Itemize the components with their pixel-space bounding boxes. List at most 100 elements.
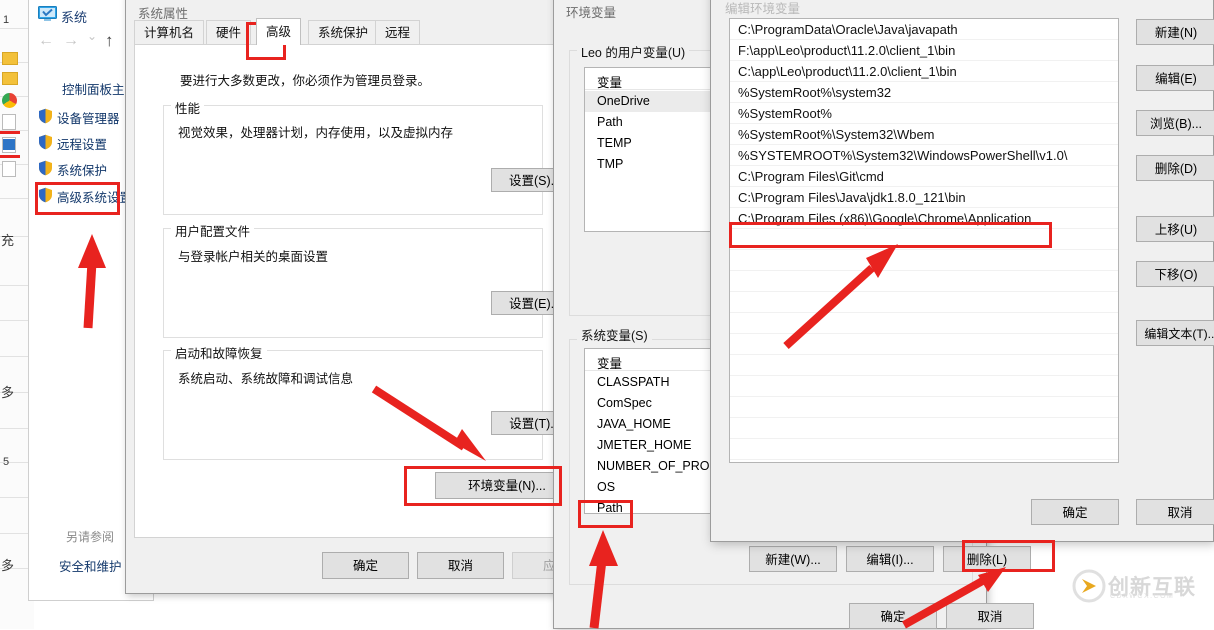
path-entries-listbox[interactable]: C:\ProgramData\Oracle\Java\javapath F:\a… — [729, 18, 1119, 463]
path-row-empty[interactable] — [730, 229, 1118, 250]
path-row-empty[interactable] — [730, 355, 1118, 376]
user-variable-name: TEMP — [597, 136, 632, 150]
system-variable-name: JMETER_HOME — [597, 438, 692, 452]
bg-row-label: 5 — [3, 456, 10, 468]
shield-icon — [38, 134, 53, 150]
folder-icon — [2, 72, 18, 85]
path-delete-button[interactable]: 删除(D) — [1136, 155, 1214, 181]
user-variable-name: TMP — [597, 157, 624, 171]
system-properties-tabstrip: 计算机名 硬件 高级 系统保护 远程 — [134, 18, 558, 45]
path-browse-button[interactable]: 浏览(B)... — [1136, 110, 1214, 136]
user-variables-group-legend: Leo 的用户变量(U) — [577, 42, 690, 61]
path-row-empty[interactable] — [730, 376, 1118, 397]
tab-remote[interactable]: 远程 — [375, 20, 421, 45]
path-row[interactable]: %SystemRoot%\System32\Wbem — [730, 124, 1118, 145]
edit-env-ok-button[interactable]: 确定 — [1031, 499, 1119, 525]
startup-recovery-group-legend: 启动和故障恢复 — [171, 343, 267, 362]
performance-group-desc: 视觉效果，处理器计划，内存使用，以及虚拟内存 — [178, 126, 454, 140]
path-row-empty[interactable] — [730, 439, 1118, 460]
path-value: C:\Program Files (x86)\Google\Chrome\App… — [738, 211, 1032, 226]
up-icon[interactable]: ↑ — [105, 31, 114, 51]
admin-login-note: 要进行大多数更改，你必须作为管理员登录。 — [180, 74, 431, 88]
system-variable-name: NUMBER_OF_PROCE — [597, 459, 727, 473]
bg-fragment-text: 多 — [1, 558, 15, 573]
system-variable-edit-button[interactable]: 编辑(I)... — [846, 546, 934, 572]
watermark: 创新互联 CDXWCX.COM — [1072, 569, 1212, 607]
path-row-empty[interactable] — [730, 313, 1118, 334]
system-variable-delete-button[interactable]: 删除(L) — [943, 546, 1031, 572]
watermark-subtext: CDXWCX.COM — [1110, 593, 1175, 600]
user-profiles-group-desc: 与登录帐户相关的桌面设置 — [178, 250, 329, 264]
bg-row-label: 1 — [3, 14, 10, 26]
system-properties-ok-button[interactable]: 确定 — [322, 552, 409, 579]
system-variable-new-button[interactable]: 新建(W)... — [749, 546, 837, 572]
user-variable-name: Path — [597, 115, 623, 129]
sidebar-item-remote-settings[interactable]: 远程设置 — [57, 134, 107, 153]
path-row-empty[interactable] — [730, 418, 1118, 439]
edit-environment-variable-dialog: 编辑环境变量 C:\ProgramData\Oracle\Java\javapa… — [710, 0, 1214, 542]
path-row[interactable]: C:\ProgramData\Oracle\Java\javapath — [730, 19, 1118, 40]
security-and-maintenance-link[interactable]: 安全和维护 — [59, 556, 122, 575]
system-variable-name: JAVA_HOME — [597, 417, 671, 431]
path-row-empty[interactable] — [730, 334, 1118, 355]
bg-fragment-text: 充 — [1, 233, 15, 248]
chrome-icon — [2, 93, 17, 108]
path-row-empty[interactable] — [730, 292, 1118, 313]
path-value: %SystemRoot% — [738, 106, 832, 121]
path-move-up-button[interactable]: 上移(U) — [1136, 216, 1214, 242]
path-row-chrome[interactable]: C:\Program Files (x86)\Google\Chrome\App… — [730, 208, 1118, 229]
environment-variables-cancel-button[interactable]: 取消 — [946, 603, 1034, 629]
path-new-button[interactable]: 新建(N) — [1136, 19, 1214, 45]
document-icon — [2, 161, 16, 177]
environment-variables-ok-button[interactable]: 确定 — [849, 603, 937, 629]
path-value: C:\ProgramData\Oracle\Java\javapath — [738, 22, 958, 37]
logo-icon — [1072, 569, 1106, 603]
path-row-empty[interactable] — [730, 397, 1118, 418]
path-value: %SystemRoot%\system32 — [738, 85, 892, 100]
history-chevron-icon[interactable]: ⌄ — [87, 29, 97, 43]
path-row[interactable]: F:\app\Leo\product\11.2.0\client_1\bin — [730, 40, 1118, 61]
path-row[interactable]: C:\app\Leo\product\11.2.0\client_1\bin — [730, 61, 1118, 82]
user-variable-name: OneDrive — [597, 94, 650, 108]
shield-icon — [38, 160, 53, 176]
system-properties-advanced-panel: 要进行大多数更改，你必须作为管理员登录。 性能 视觉效果，处理器计划，内存使用，… — [134, 44, 579, 538]
tab-system-protection[interactable]: 系统保护 — [308, 20, 379, 45]
path-value: F:\app\Leo\product\11.2.0\client_1\bin — [738, 43, 956, 58]
shield-icon — [38, 187, 53, 203]
path-row[interactable]: C:\Program Files\Git\cmd — [730, 166, 1118, 187]
path-edit-button[interactable]: 编辑(E) — [1136, 65, 1214, 91]
startup-recovery-group — [163, 350, 543, 460]
user-profiles-group-legend: 用户配置文件 — [171, 221, 255, 240]
performance-group-legend: 性能 — [171, 98, 205, 117]
system-variable-name: ComSpec — [597, 396, 652, 410]
bg-red-marker — [0, 131, 20, 134]
path-row-empty[interactable] — [730, 250, 1118, 271]
sidebar-item-device-manager[interactable]: 设备管理器 — [57, 108, 120, 127]
system-window-title: 系统 — [61, 10, 88, 25]
system-properties-cancel-button[interactable]: 取消 — [417, 552, 504, 579]
tab-hardware[interactable]: 硬件 — [206, 20, 252, 45]
edit-env-cancel-button[interactable]: 取消 — [1136, 499, 1214, 525]
bg-red-marker — [0, 155, 20, 158]
path-row[interactable]: %SystemRoot%\system32 — [730, 82, 1118, 103]
path-value: %SYSTEMROOT%\System32\WindowsPowerShell\… — [738, 148, 1068, 163]
path-move-down-button[interactable]: 下移(O) — [1136, 261, 1214, 287]
path-edit-text-button[interactable]: 编辑文本(T)... — [1136, 320, 1214, 346]
startup-recovery-group-desc: 系统启动、系统故障和调试信息 — [178, 372, 354, 386]
forward-icon[interactable]: → — [63, 32, 79, 50]
document-icon — [2, 114, 16, 130]
path-row[interactable]: %SystemRoot% — [730, 103, 1118, 124]
bg-fragment-text: 多 — [1, 385, 15, 400]
system-variable-name: CLASSPATH — [597, 375, 670, 389]
environment-variables-title: 环境变量 — [566, 6, 617, 20]
tab-computer-name[interactable]: 计算机名 — [134, 20, 205, 45]
sidebar-item-advanced-system-settings[interactable]: 高级系统设置 — [57, 187, 132, 206]
path-value: C:\Program Files\Java\jdk1.8.0_121\bin — [738, 190, 966, 205]
path-row[interactable]: C:\Program Files\Java\jdk1.8.0_121\bin — [730, 187, 1118, 208]
path-row[interactable]: %SYSTEMROOT%\System32\WindowsPowerShell\… — [730, 145, 1118, 166]
tab-advanced[interactable]: 高级 — [256, 18, 302, 45]
back-icon[interactable]: ← — [38, 32, 54, 50]
sidebar-item-system-protection[interactable]: 系统保护 — [57, 160, 107, 179]
path-value: C:\Program Files\Git\cmd — [738, 169, 884, 184]
path-row-empty[interactable] — [730, 271, 1118, 292]
